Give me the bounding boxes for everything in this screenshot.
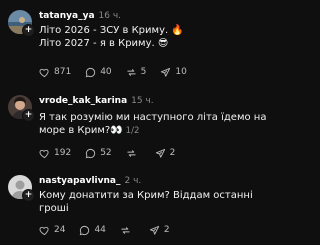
repost-icon bbox=[127, 68, 136, 76]
send-icon bbox=[149, 225, 159, 235]
comment-line: гроші bbox=[39, 203, 69, 214]
timestamp: 16 ч. bbox=[98, 11, 122, 21]
comment-text: Літо 2026 - ЗСУ в Криму. 🔥 Літо 2027 - я… bbox=[39, 24, 241, 50]
share-button[interactable]: 10 bbox=[160, 66, 187, 78]
heart-icon bbox=[39, 68, 49, 77]
comment-header: tatanya_ya 16 ч. bbox=[39, 11, 121, 22]
follow-plus-icon[interactable]: + bbox=[22, 189, 35, 202]
speech-bubble-icon bbox=[85, 67, 96, 77]
comment-line: Літо 2026 - ЗСУ в Криму. 🔥 bbox=[39, 25, 184, 36]
reply-count: 52 bbox=[100, 147, 112, 158]
speech-bubble-icon bbox=[85, 148, 96, 158]
share-count: 2 bbox=[169, 147, 176, 158]
timestamp: 2 ч. bbox=[124, 176, 142, 186]
reply-button[interactable]: 44 bbox=[79, 224, 106, 236]
repost-icon bbox=[127, 149, 136, 157]
username[interactable]: vrode_kak_karina bbox=[39, 96, 127, 106]
speech-bubble-icon bbox=[80, 225, 90, 235]
comment-line: Літо 2027 - я в Криму. 😎 bbox=[39, 38, 169, 49]
send-icon bbox=[161, 67, 171, 77]
repost-button[interactable]: 5 bbox=[126, 66, 147, 78]
follow-plus-icon[interactable]: + bbox=[22, 24, 35, 37]
comment-line: Я так розумію ми наступного літа їдемо н… bbox=[39, 112, 267, 123]
reply-count: 44 bbox=[94, 224, 106, 235]
comment-header: nastyapavlivna_ 2 ч. bbox=[39, 176, 141, 187]
comment-line: море в Крим?👀 bbox=[39, 125, 123, 136]
comment-text: Кому донатити за Крим? Віддам останні гр… bbox=[39, 189, 253, 215]
comment-line-with-indicator: море в Крим?👀 1/2 bbox=[39, 124, 241, 138]
comment-actions: 24 44 2 bbox=[39, 224, 184, 236]
username[interactable]: tatanya_ya bbox=[39, 11, 95, 21]
heart-icon bbox=[39, 149, 49, 158]
comment-actions: 192 52 2 bbox=[39, 147, 189, 159]
page-indicator[interactable]: 1/2 bbox=[126, 126, 140, 136]
share-button[interactable]: 2 bbox=[149, 225, 170, 236]
comment-text: Я так розумію ми наступного літа їдемо н… bbox=[39, 111, 267, 138]
repost-button[interactable] bbox=[126, 148, 141, 159]
repost-count: 5 bbox=[140, 66, 147, 77]
comment-line: Кому донатити за Крим? Віддам останні bbox=[39, 190, 253, 201]
send-icon bbox=[155, 148, 165, 158]
share-count: 2 bbox=[163, 224, 170, 235]
repost-icon bbox=[121, 226, 130, 234]
follow-plus-icon[interactable]: + bbox=[22, 109, 35, 122]
timestamp: 15 ч. bbox=[131, 96, 154, 106]
share-button[interactable]: 2 bbox=[155, 147, 176, 159]
reply-button[interactable]: 52 bbox=[85, 147, 112, 159]
reply-count: 40 bbox=[100, 66, 112, 77]
username[interactable]: nastyapavlivna_ bbox=[39, 176, 120, 186]
like-count: 871 bbox=[54, 66, 72, 77]
like-count: 24 bbox=[54, 224, 66, 235]
comments-page: { "comments": [ { "username": "tatanya_y… bbox=[0, 0, 267, 245]
like-button[interactable]: 871 bbox=[39, 67, 71, 78]
comment-header: vrode_kak_karina 15 ч. bbox=[39, 96, 154, 107]
like-count: 192 bbox=[54, 147, 72, 158]
comment-actions: 871 40 5 10 bbox=[39, 66, 201, 78]
share-count: 10 bbox=[175, 66, 187, 77]
like-button[interactable]: 192 bbox=[39, 148, 71, 159]
repost-button[interactable] bbox=[120, 225, 135, 236]
reply-button[interactable]: 40 bbox=[85, 66, 112, 78]
heart-icon bbox=[39, 226, 49, 235]
like-button[interactable]: 24 bbox=[39, 225, 65, 236]
